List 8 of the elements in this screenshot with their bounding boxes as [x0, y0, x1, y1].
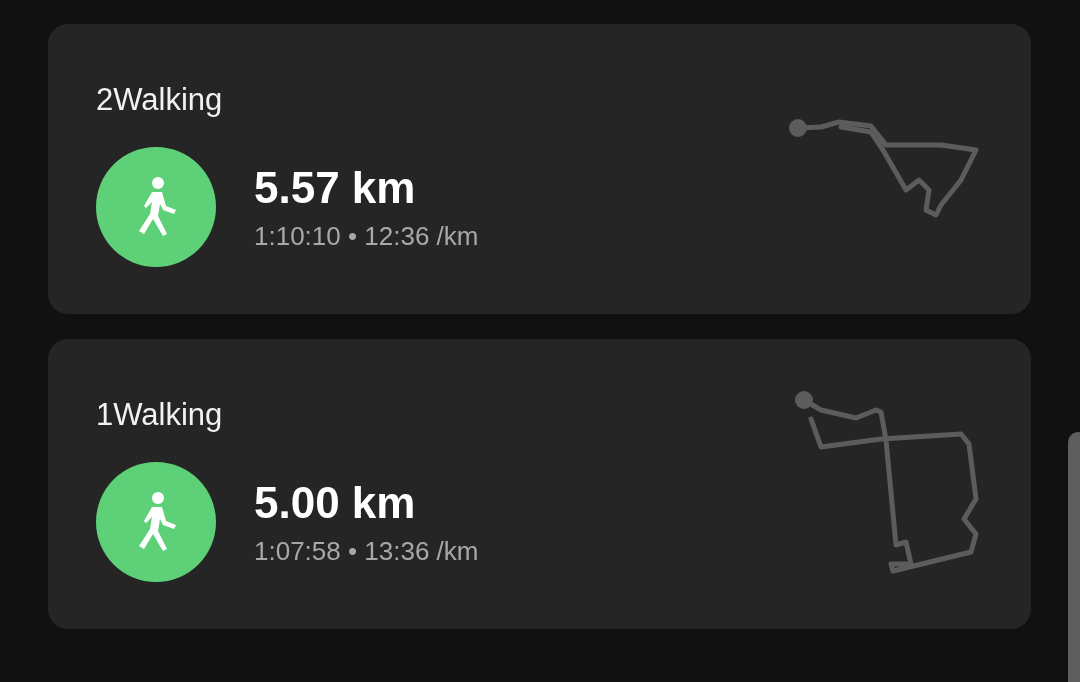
duration-pace-text: 1:07:58 • 13:36 /km: [254, 536, 479, 566]
activity-title: 2Walking: [96, 82, 224, 118]
distance-text: 5.00 km: [254, 478, 417, 528]
duration-pace-text: 1:10:10 • 12:36 /km: [254, 221, 479, 251]
activity-card[interactable]: 2Walking 5.57 km 1:10:10 • 12:36 /km: [48, 24, 1031, 314]
distance-text: 5.57 km: [254, 163, 417, 213]
activity-card[interactable]: 1Walking 5.00 km 1:07:58 • 13:36 /km: [48, 339, 1031, 629]
activity-title: 1Walking: [96, 397, 224, 433]
